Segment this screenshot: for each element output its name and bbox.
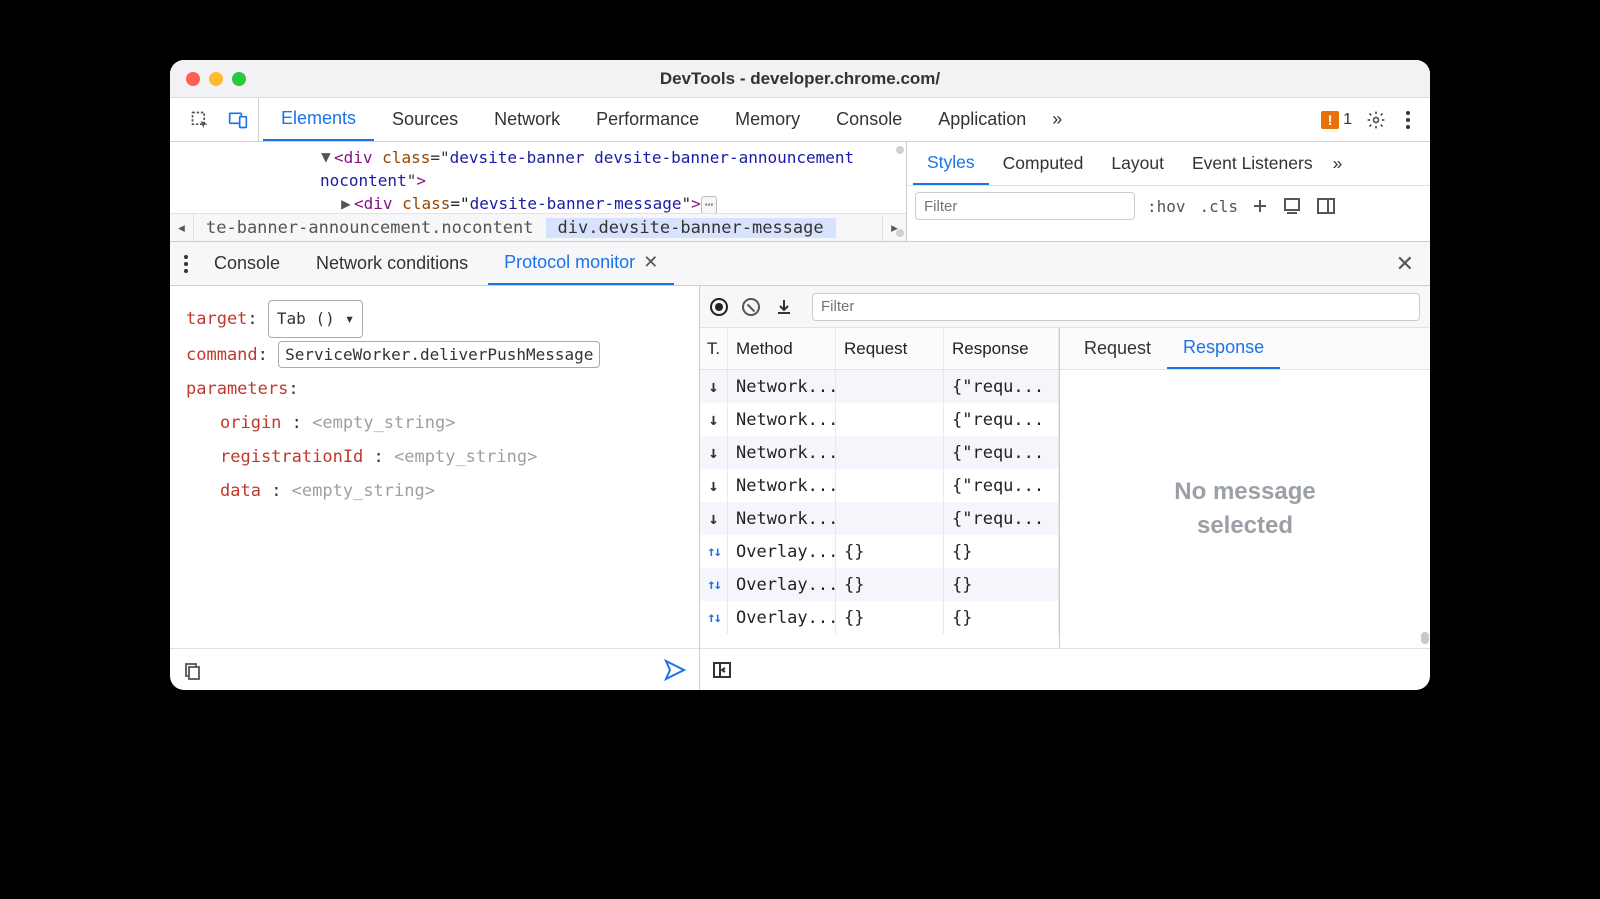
tab-network[interactable]: Network <box>476 98 578 141</box>
tab-sources[interactable]: Sources <box>374 98 476 141</box>
zoom-window-button[interactable] <box>232 72 246 86</box>
device-toolbar-icon[interactable] <box>226 108 250 132</box>
drawer-tab-console[interactable]: Console <box>198 242 296 285</box>
protocol-command-editor: target: Tab () ▾ command: ServiceWorker.… <box>170 286 700 690</box>
panel-collapse-icon[interactable] <box>712 660 732 680</box>
col-request[interactable]: Request <box>836 328 944 369</box>
param-value[interactable]: <empty_string> <box>312 413 455 433</box>
send-command-icon[interactable] <box>663 658 687 682</box>
param-value[interactable]: <empty_string> <box>292 481 435 501</box>
record-icon[interactable] <box>710 298 728 316</box>
devtools-window: DevTools - developer.chrome.com/ Element… <box>170 60 1430 690</box>
tab-memory[interactable]: Memory <box>717 98 818 141</box>
arrow-down-icon: ↓ <box>708 509 718 529</box>
detail-tab-response[interactable]: Response <box>1167 328 1280 369</box>
issues-badge[interactable]: ! 1 <box>1321 111 1352 129</box>
tabs-overflow-button[interactable]: » <box>1044 98 1070 141</box>
main-toolbar: Elements Sources Network Performance Mem… <box>170 98 1430 142</box>
dom-scrollbar[interactable] <box>896 146 904 237</box>
dom-node[interactable]: ▼<div class="devsite-banner devsite-bann… <box>170 142 906 194</box>
tab-application[interactable]: Application <box>920 98 1044 141</box>
drawer-close-icon[interactable]: ✕ <box>1388 251 1422 277</box>
param-name: origin <box>220 413 281 433</box>
command-input[interactable]: ServiceWorker.deliverPushMessage <box>278 341 600 368</box>
styles-filter-input[interactable] <box>915 192 1135 220</box>
command-label: command <box>186 345 258 365</box>
breadcrumb-item[interactable]: te-banner-announcement.nocontent <box>194 218 546 238</box>
minimize-window-button[interactable] <box>209 72 223 86</box>
drawer: Console Network conditions Protocol moni… <box>170 242 1430 690</box>
breadcrumb-prev-icon[interactable]: ◂ <box>170 214 194 241</box>
computed-styles-icon[interactable] <box>1280 194 1304 218</box>
main-tabs: Elements Sources Network Performance Mem… <box>259 98 1317 141</box>
styles-tabs-overflow[interactable]: » <box>1327 142 1349 185</box>
tab-console[interactable]: Console <box>818 98 920 141</box>
tab-elements[interactable]: Elements <box>263 98 374 141</box>
close-tab-icon[interactable]: ✕ <box>643 252 658 273</box>
table-row[interactable]: ↓Network...{"requ... <box>700 502 1059 535</box>
titlebar: DevTools - developer.chrome.com/ <box>170 60 1430 98</box>
log-filter-input[interactable] <box>812 293 1420 321</box>
dom-tree[interactable]: ▼<div class="devsite-banner devsite-bann… <box>170 142 906 241</box>
more-menu-icon[interactable] <box>1400 111 1416 129</box>
param-name: data <box>220 481 261 501</box>
detail-empty-message: No message selected <box>1060 370 1430 648</box>
new-style-rule-icon[interactable] <box>1250 194 1270 218</box>
breadcrumb-item-selected[interactable]: div.devsite-banner-message <box>546 218 836 238</box>
drawer-tab-protocol-monitor[interactable]: Protocol monitor ✕ <box>488 242 674 285</box>
target-label: target <box>186 309 247 329</box>
arrows-updown-icon: ↑↓ <box>707 610 720 626</box>
arrows-updown-icon: ↑↓ <box>707 544 720 560</box>
table-row[interactable]: ↓Network...{"requ... <box>700 469 1059 502</box>
styles-sidebar: Styles Computed Layout Event Listeners »… <box>906 142 1430 241</box>
protocol-table: T. Method Request Response ↓Network...{"… <box>700 328 1060 648</box>
target-select[interactable]: Tab () ▾ <box>268 300 363 338</box>
window-title: DevTools - developer.chrome.com/ <box>660 69 940 89</box>
hov-toggle[interactable]: :hov <box>1145 197 1188 216</box>
inspect-element-icon[interactable] <box>188 108 212 132</box>
arrow-down-icon: ↓ <box>708 377 718 397</box>
drawer-more-icon[interactable] <box>178 255 194 273</box>
window-controls <box>186 60 246 97</box>
arrow-down-icon: ↓ <box>708 476 718 496</box>
close-window-button[interactable] <box>186 72 200 86</box>
table-scrollbar[interactable] <box>1420 370 1430 648</box>
copy-icon[interactable] <box>182 660 202 680</box>
issues-count: 1 <box>1343 111 1352 129</box>
warning-icon: ! <box>1321 111 1339 129</box>
arrow-down-icon: ↓ <box>708 410 718 430</box>
protocol-log: T. Method Request Response ↓Network...{"… <box>700 286 1430 690</box>
table-row[interactable]: ↓Network...{"requ... <box>700 370 1059 403</box>
param-name: registrationId <box>220 447 363 467</box>
table-row[interactable]: ↓Network...{"requ... <box>700 403 1059 436</box>
styles-tab-layout[interactable]: Layout <box>1097 142 1178 185</box>
table-row[interactable]: ↓Network...{"requ... <box>700 436 1059 469</box>
breadcrumbs: ◂ te-banner-announcement.nocontent div.d… <box>170 213 906 241</box>
parameters-label: parameters <box>186 379 288 399</box>
toggle-sidebar-icon[interactable] <box>1314 194 1338 218</box>
styles-tab-styles[interactable]: Styles <box>913 142 989 185</box>
col-response[interactable]: Response <box>944 328 1059 369</box>
param-value[interactable]: <empty_string> <box>394 447 537 467</box>
arrows-updown-icon: ↑↓ <box>707 577 720 593</box>
table-row[interactable]: ↑↓Overlay....{}{} <box>700 535 1059 568</box>
chevron-down-icon: ▾ <box>345 303 355 335</box>
dom-node-child[interactable]: ▶<div class="devsite-banner-message">⋯ <box>170 194 906 213</box>
arrow-down-icon: ↓ <box>708 443 718 463</box>
col-type[interactable]: T. <box>700 328 728 369</box>
download-icon[interactable] <box>774 297 794 317</box>
styles-tab-computed[interactable]: Computed <box>989 142 1098 185</box>
styles-tab-event-listeners[interactable]: Event Listeners <box>1178 142 1327 185</box>
elements-panel: ▼<div class="devsite-banner devsite-bann… <box>170 142 1430 242</box>
tab-performance[interactable]: Performance <box>578 98 717 141</box>
drawer-tab-network-conditions[interactable]: Network conditions <box>300 242 484 285</box>
settings-icon[interactable] <box>1364 108 1388 132</box>
clear-icon[interactable] <box>742 298 760 316</box>
table-row[interactable]: ↑↓Overlay....{}{} <box>700 601 1059 634</box>
col-method[interactable]: Method <box>728 328 836 369</box>
cls-toggle[interactable]: .cls <box>1198 197 1241 216</box>
protocol-detail: Request Response No message selected <box>1060 328 1430 648</box>
table-row[interactable]: ↑↓Overlay....{}{} <box>700 568 1059 601</box>
detail-tab-request[interactable]: Request <box>1068 328 1167 369</box>
